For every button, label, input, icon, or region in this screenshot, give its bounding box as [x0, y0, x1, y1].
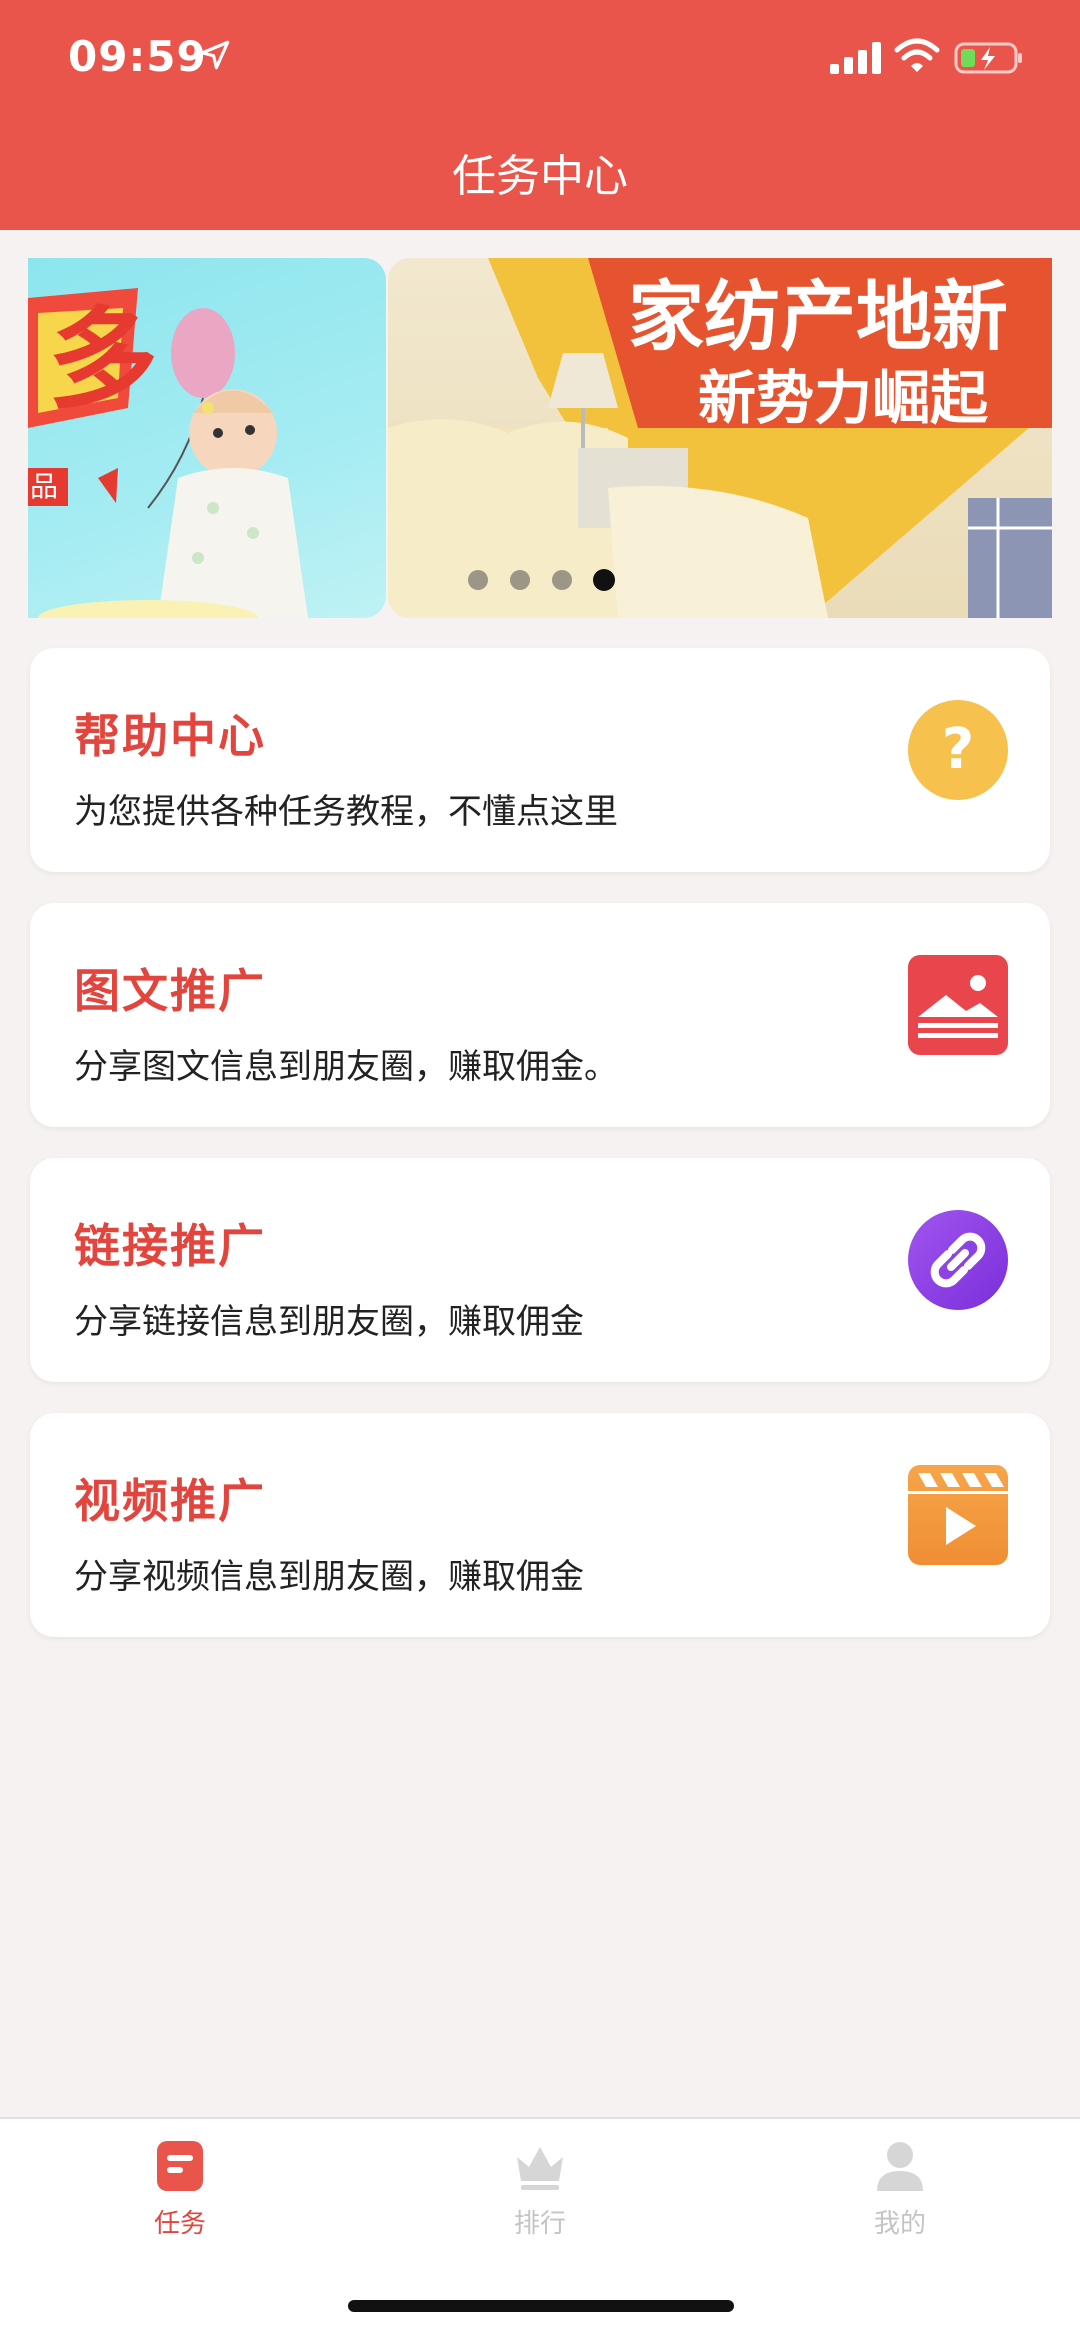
card-title: 链接推广 [74, 1219, 266, 1273]
card-help-center[interactable]: 帮助中心 为您提供各种任务教程，不懂点这里 ? [30, 648, 1050, 872]
card-title: 帮助中心 [74, 709, 266, 763]
cellular-signal-icon [830, 42, 881, 74]
task-icon [157, 2141, 203, 2191]
banner-slide-bedding[interactable]: 家纺产地新 新势力崛起 [388, 258, 1052, 618]
page-title: 任务中心 [452, 151, 628, 202]
video-icon [908, 1465, 1008, 1565]
card-description: 分享链接信息到朋友圈，赚取佣金 [74, 1302, 584, 1342]
tab-label: 任务 [153, 2209, 206, 2239]
card-description: 分享图文信息到朋友圈，赚取佣金。 [74, 1047, 618, 1087]
link-icon [908, 1210, 1008, 1310]
svg-text:多: 多 [48, 296, 158, 424]
wifi-icon [894, 38, 940, 72]
banner-carousel[interactable]: 多 品 家纺产地新 新势力崛起 [28, 258, 1052, 618]
card-description: 为您提供各种任务教程，不懂点这里 [74, 792, 618, 832]
battery-icon [954, 42, 1022, 74]
card-title: 视频推广 [74, 1474, 266, 1528]
card-image-promotion[interactable]: 图文推广 分享图文信息到朋友圈，赚取佣金。 [30, 903, 1050, 1127]
banner-headline: 家纺产地新 [628, 272, 1008, 361]
help-icon: ? [908, 700, 1008, 800]
card-link-promotion[interactable]: 链接推广 分享链接信息到朋友圈，赚取佣金 [30, 1158, 1050, 1382]
banner-subheadline: 新势力崛起 [698, 364, 989, 432]
user-icon [877, 2142, 923, 2191]
carousel-dot[interactable] [468, 570, 488, 590]
header-bar: 09:59 任务中心 [0, 0, 1080, 230]
carousel-dot[interactable] [510, 570, 530, 590]
tab-label: 我的 [873, 2209, 926, 2239]
card-description: 分享视频信息到朋友圈，赚取佣金 [74, 1557, 584, 1597]
location-arrow-icon [200, 40, 230, 70]
tab-label: 排行 [513, 2209, 566, 2239]
bedding-promo-image: 家纺产地新 新势力崛起 [388, 258, 1052, 618]
tab-ranking[interactable]: 排行 [440, 2139, 640, 2259]
carousel-dot-active[interactable] [593, 569, 615, 591]
crown-icon [517, 2147, 563, 2190]
tab-mine[interactable]: 我的 [800, 2139, 1000, 2259]
status-time: 09:59 [68, 32, 207, 81]
home-indicator [348, 2300, 734, 2312]
card-title: 图文推广 [74, 964, 266, 1018]
banner-slide-baby[interactable]: 多 品 [28, 258, 386, 618]
svg-text:?: ? [942, 717, 974, 782]
image-icon [908, 955, 1008, 1055]
tab-task[interactable]: 任务 [80, 2139, 280, 2259]
banner-left-text: 品 [30, 470, 58, 503]
baby-promo-image: 多 品 [28, 288, 308, 618]
carousel-dot[interactable] [552, 570, 572, 590]
card-video-promotion[interactable]: 视频推广 分享视频信息到朋友圈，赚取佣金 [30, 1413, 1050, 1637]
